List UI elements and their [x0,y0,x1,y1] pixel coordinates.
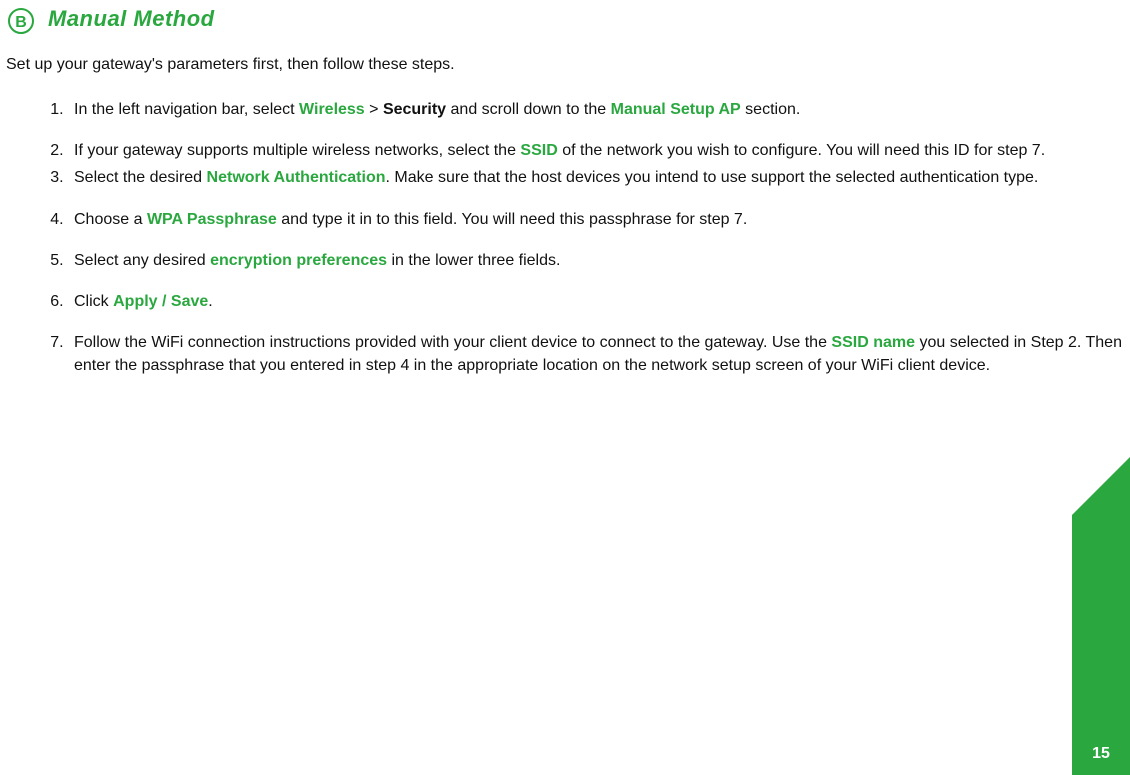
step-1: In the left navigation bar, select Wirel… [68,98,1128,121]
step-7: Follow the WiFi connection instructions … [68,331,1128,377]
step-text: in the lower three fields. [387,252,560,269]
keyword-ssid: SSID [520,142,557,159]
keyword-wpa-passphrase: WPA Passphrase [147,211,277,228]
step-text: In the left navigation bar, select [74,101,299,118]
keyword-manual-setup-ap: Manual Setup AP [611,101,741,118]
keyword-network-authentication: Network Authentication [207,169,386,186]
keyword-wireless: Wireless [299,101,365,118]
section-badge: B [8,8,34,34]
intro-text: Set up your gateway's parameters first, … [6,56,455,74]
page-corner-decoration [1072,515,1130,775]
step-text: section. [741,101,801,118]
step-text: If your gateway supports multiple wirele… [74,142,520,159]
step-4: Choose a WPA Passphrase and type it in t… [68,208,1128,231]
step-text: Select any desired [74,252,210,269]
page-number: 15 [1072,745,1130,763]
step-text: and type it in to this field. You will n… [277,211,748,228]
keyword-apply-save: Apply / Save [113,293,208,310]
step-text: Select the desired [74,169,207,186]
step-text: Choose a [74,211,147,228]
step-3: Select the desired Network Authenticatio… [68,166,1128,189]
step-text: Follow the WiFi connection instructions … [74,334,831,351]
keyword-encryption-preferences: encryption preferences [210,252,387,269]
step-text: . [208,293,212,310]
step-5: Select any desired encryption preference… [68,249,1128,272]
step-text: and scroll down to the [446,101,611,118]
step-text: of the network you wish to configure. Yo… [558,142,1045,159]
section-title: Manual Method [48,6,215,32]
step-text: > [365,101,383,118]
step-text: . Make sure that the host devices you in… [386,169,1039,186]
step-6: Click Apply / Save. [68,290,1128,313]
step-text: Click [74,293,113,310]
keyword-ssid-name: SSID name [831,334,915,351]
step-2: If your gateway supports multiple wirele… [68,139,1128,162]
steps-list: In the left navigation bar, select Wirel… [36,98,1128,396]
keyword-security: Security [383,101,446,118]
